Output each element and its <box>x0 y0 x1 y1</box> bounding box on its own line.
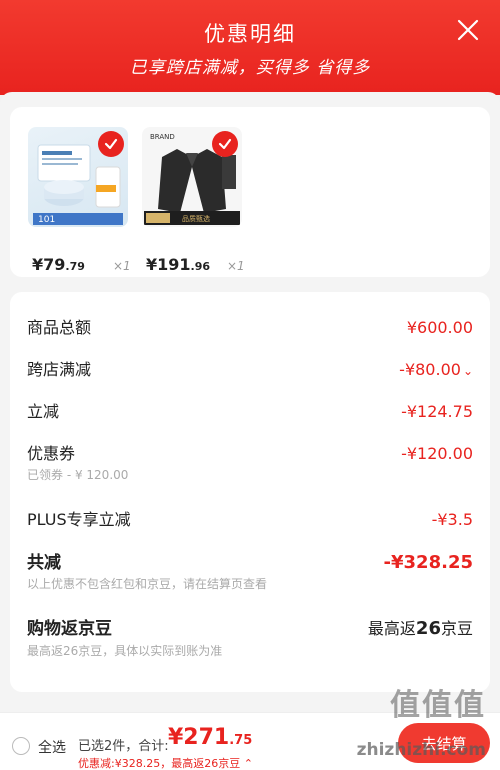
chevron-down-icon[interactable]: ⌄ <box>463 364 473 378</box>
black-blazer-icon: 品质甄选 BRAND <box>142 127 242 227</box>
watermark-logo: 值值值 <box>390 688 486 723</box>
chevron-up-icon[interactable]: ⌃ <box>244 757 253 770</box>
svg-text:品质甄选: 品质甄选 <box>182 214 210 223</box>
selected-count: 已选2件，合计: <box>78 739 169 754</box>
select-all-radio[interactable] <box>12 737 30 755</box>
product-qty: ×1 <box>113 259 131 273</box>
row-beans: 购物返京豆 最高返26京豆 <box>27 614 473 639</box>
row-coupon: 优惠券 -¥120.00 <box>27 444 473 463</box>
beans-note: 最高返26京豆，具体以实际到账为准 <box>27 644 223 658</box>
sum-note: 以上优惠不包含红包和京豆，请在结算页查看 <box>27 577 268 591</box>
row-total: 商品总额 ¥600.00 <box>27 318 473 337</box>
row-cross-store[interactable]: 跨店满减 -¥80.00 ⌄ <box>27 356 473 380</box>
checked-icon[interactable] <box>212 131 238 157</box>
skincare-product-icon: 101 <box>28 127 128 227</box>
product-price: ¥79.79 <box>32 255 85 274</box>
product-list: 101 ¥79.79 ×1 品质甄选 BRAND ¥191.96 ×1 <box>10 107 490 277</box>
product-item[interactable]: 101 ¥79.79 ×1 <box>28 127 131 274</box>
product-item[interactable]: 品质甄选 BRAND ¥191.96 ×1 <box>142 127 245 274</box>
coupon-note: 已领券 - ¥ 120.00 <box>27 468 129 482</box>
product-qty: ×1 <box>227 259 245 273</box>
watermark-url: zhizhizhi.com <box>356 740 486 760</box>
checked-icon[interactable] <box>98 131 124 157</box>
header: 优惠明细 已享跨店满减，买得多 省得多 <box>0 0 500 95</box>
discount-sheet: 101 ¥79.79 ×1 品质甄选 BRAND ¥191.96 ×1 商品总额… <box>0 92 500 712</box>
row-plus: PLUS专享立减 -¥3.5 <box>27 510 473 529</box>
page-title: 优惠明细 <box>204 22 296 46</box>
total-price: ¥271.75 <box>168 725 253 750</box>
discount-details: 商品总额 ¥600.00 跨店满减 -¥80.00 ⌄ 立减 -¥124.75 优… <box>10 292 490 692</box>
beans-value: 最高返26京豆 <box>367 618 473 639</box>
row-sum: 共减 -¥328.25 <box>27 552 473 573</box>
discount-summary[interactable]: 优惠减:¥328.25，最高返26京豆 ⌃ <box>78 755 253 770</box>
svg-text:101: 101 <box>38 215 55 225</box>
svg-text:BRAND: BRAND <box>150 133 175 141</box>
close-icon[interactable] <box>456 18 480 42</box>
select-all-label[interactable]: 全选 <box>38 737 66 757</box>
product-price: ¥191.96 <box>146 255 211 274</box>
page-subtitle: 已享跨店满减，买得多 省得多 <box>129 58 371 78</box>
row-instant: 立减 -¥124.75 <box>27 402 473 421</box>
